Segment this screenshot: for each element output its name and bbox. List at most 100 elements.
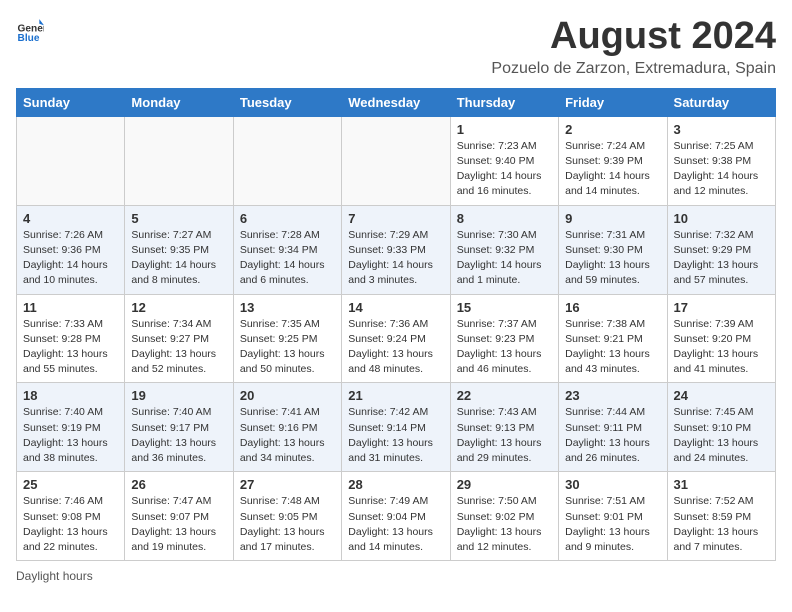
day-number: 31	[674, 477, 769, 492]
calendar-cell: 26 Sunrise: 7:47 AM Sunset: 9:07 PM Dayli…	[125, 472, 233, 561]
day-info: Sunrise: 7:28 AM Sunset: 9:34 PM Dayligh…	[240, 228, 335, 289]
day-number: 11	[23, 300, 118, 315]
day-number: 30	[565, 477, 660, 492]
day-info: Sunrise: 7:51 AM Sunset: 9:01 PM Dayligh…	[565, 494, 660, 555]
calendar-cell: 12 Sunrise: 7:34 AM Sunset: 9:27 PM Dayli…	[125, 294, 233, 383]
day-info: Sunrise: 7:40 AM Sunset: 9:19 PM Dayligh…	[23, 405, 118, 466]
day-number: 5	[131, 211, 226, 226]
calendar-cell: 5Sunrise: 7:27 AM Sunset: 9:35 PM Daylig…	[125, 205, 233, 294]
day-info: Sunrise: 7:23 AM Sunset: 9:40 PM Dayligh…	[457, 139, 552, 200]
header: General Blue August 2024 Pozuelo de Zarz…	[16, 16, 776, 78]
day-info: Sunrise: 7:43 AM Sunset: 9:13 PM Dayligh…	[457, 405, 552, 466]
calendar-cell: 13 Sunrise: 7:35 AM Sunset: 9:25 PM Dayli…	[233, 294, 341, 383]
calendar-cell: 16 Sunrise: 7:38 AM Sunset: 9:21 PM Dayli…	[559, 294, 667, 383]
day-info: Sunrise: 7:34 AM Sunset: 9:27 PM Dayligh…	[131, 317, 226, 378]
day-number: 24	[674, 388, 769, 403]
column-header-saturday: Saturday	[667, 88, 775, 116]
day-number: 10	[674, 211, 769, 226]
calendar-cell: 6 Sunrise: 7:28 AM Sunset: 9:34 PM Daylig…	[233, 205, 341, 294]
day-number: 12	[131, 300, 226, 315]
day-number: 26	[131, 477, 226, 492]
calendar-cell: 10Sunrise: 7:32 AM Sunset: 9:29 PM Dayli…	[667, 205, 775, 294]
day-info: Sunrise: 7:49 AM Sunset: 9:04 PM Dayligh…	[348, 494, 443, 555]
day-number: 29	[457, 477, 552, 492]
day-number: 6	[240, 211, 335, 226]
day-info: Sunrise: 7:25 AM Sunset: 9:38 PM Dayligh…	[674, 139, 769, 200]
day-number: 4	[23, 211, 118, 226]
day-info: Sunrise: 7:50 AM Sunset: 9:02 PM Dayligh…	[457, 494, 552, 555]
day-info: Sunrise: 7:31 AM Sunset: 9:30 PM Dayligh…	[565, 228, 660, 289]
calendar-cell: 25 Sunrise: 7:46 AM Sunset: 9:08 PM Dayli…	[17, 472, 125, 561]
calendar-week-row: 25 Sunrise: 7:46 AM Sunset: 9:08 PM Dayli…	[17, 472, 776, 561]
calendar-cell: 20 Sunrise: 7:41 AM Sunset: 9:16 PM Dayli…	[233, 383, 341, 472]
column-header-monday: Monday	[125, 88, 233, 116]
day-number: 3	[674, 122, 769, 137]
calendar-cell	[233, 116, 341, 205]
day-number: 20	[240, 388, 335, 403]
calendar-cell: 1 Sunrise: 7:23 AM Sunset: 9:40 PM Daylig…	[450, 116, 558, 205]
svg-text:Blue: Blue	[18, 33, 40, 44]
calendar-cell: 11 Sunrise: 7:33 AM Sunset: 9:28 PM Dayli…	[17, 294, 125, 383]
day-info: Sunrise: 7:33 AM Sunset: 9:28 PM Dayligh…	[23, 317, 118, 378]
column-header-tuesday: Tuesday	[233, 88, 341, 116]
day-info: Sunrise: 7:35 AM Sunset: 9:25 PM Dayligh…	[240, 317, 335, 378]
day-number: 13	[240, 300, 335, 315]
day-number: 9	[565, 211, 660, 226]
day-info: Sunrise: 7:30 AM Sunset: 9:32 PM Dayligh…	[457, 228, 552, 289]
calendar-cell: 24 Sunrise: 7:45 AM Sunset: 9:10 PM Dayli…	[667, 383, 775, 472]
calendar-cell: 14Sunrise: 7:36 AM Sunset: 9:24 PM Dayli…	[342, 294, 450, 383]
day-info: Sunrise: 7:48 AM Sunset: 9:05 PM Dayligh…	[240, 494, 335, 555]
calendar-cell: 18 Sunrise: 7:40 AM Sunset: 9:19 PM Dayli…	[17, 383, 125, 472]
day-number: 28	[348, 477, 443, 492]
calendar-week-row: 4 Sunrise: 7:26 AM Sunset: 9:36 PM Daylig…	[17, 205, 776, 294]
calendar-cell	[125, 116, 233, 205]
calendar-cell: 29 Sunrise: 7:50 AM Sunset: 9:02 PM Dayli…	[450, 472, 558, 561]
day-number: 22	[457, 388, 552, 403]
calendar-cell: 28 Sunrise: 7:49 AM Sunset: 9:04 PM Dayli…	[342, 472, 450, 561]
calendar-cell	[17, 116, 125, 205]
day-number: 23	[565, 388, 660, 403]
day-info: Sunrise: 7:26 AM Sunset: 9:36 PM Dayligh…	[23, 228, 118, 289]
calendar-cell: 30 Sunrise: 7:51 AM Sunset: 9:01 PM Dayli…	[559, 472, 667, 561]
day-info: Sunrise: 7:40 AM Sunset: 9:17 PM Dayligh…	[131, 405, 226, 466]
day-info: Sunrise: 7:44 AM Sunset: 9:11 PM Dayligh…	[565, 405, 660, 466]
logo-icon: General Blue	[16, 16, 44, 44]
subtitle: Pozuelo de Zarzon, Extremadura, Spain	[491, 60, 776, 78]
calendar-cell: 23 Sunrise: 7:44 AM Sunset: 9:11 PM Dayli…	[559, 383, 667, 472]
day-number: 7	[348, 211, 443, 226]
column-header-wednesday: Wednesday	[342, 88, 450, 116]
day-info: Sunrise: 7:36 AM Sunset: 9:24 PM Dayligh…	[348, 317, 443, 378]
day-number: 17	[674, 300, 769, 315]
day-info: Sunrise: 7:24 AM Sunset: 9:39 PM Dayligh…	[565, 139, 660, 200]
calendar-cell: 3 Sunrise: 7:25 AM Sunset: 9:38 PM Daylig…	[667, 116, 775, 205]
title-area: August 2024 Pozuelo de Zarzon, Extremadu…	[491, 16, 776, 78]
calendar-cell: 15 Sunrise: 7:37 AM Sunset: 9:23 PM Dayli…	[450, 294, 558, 383]
calendar-week-row: 1 Sunrise: 7:23 AM Sunset: 9:40 PM Daylig…	[17, 116, 776, 205]
day-number: 19	[131, 388, 226, 403]
day-info: Sunrise: 7:41 AM Sunset: 9:16 PM Dayligh…	[240, 405, 335, 466]
day-number: 15	[457, 300, 552, 315]
calendar-header-row: SundayMondayTuesdayWednesdayThursdayFrid…	[17, 88, 776, 116]
day-info: Sunrise: 7:46 AM Sunset: 9:08 PM Dayligh…	[23, 494, 118, 555]
day-info: Sunrise: 7:37 AM Sunset: 9:23 PM Dayligh…	[457, 317, 552, 378]
day-number: 18	[23, 388, 118, 403]
main-title: August 2024	[491, 16, 776, 58]
logo: General Blue	[16, 16, 44, 44]
day-info: Sunrise: 7:47 AM Sunset: 9:07 PM Dayligh…	[131, 494, 226, 555]
day-number: 2	[565, 122, 660, 137]
day-info: Sunrise: 7:38 AM Sunset: 9:21 PM Dayligh…	[565, 317, 660, 378]
day-number: 25	[23, 477, 118, 492]
calendar-cell: 17Sunrise: 7:39 AM Sunset: 9:20 PM Dayli…	[667, 294, 775, 383]
column-header-friday: Friday	[559, 88, 667, 116]
calendar-week-row: 11 Sunrise: 7:33 AM Sunset: 9:28 PM Dayli…	[17, 294, 776, 383]
calendar-table: SundayMondayTuesdayWednesdayThursdayFrid…	[16, 88, 776, 561]
calendar-week-row: 18 Sunrise: 7:40 AM Sunset: 9:19 PM Dayli…	[17, 383, 776, 472]
day-number: 16	[565, 300, 660, 315]
day-info: Sunrise: 7:42 AM Sunset: 9:14 PM Dayligh…	[348, 405, 443, 466]
calendar-cell: 2 Sunrise: 7:24 AM Sunset: 9:39 PM Daylig…	[559, 116, 667, 205]
day-number: 1	[457, 122, 552, 137]
calendar-cell: 31Sunrise: 7:52 AM Sunset: 8:59 PM Dayli…	[667, 472, 775, 561]
day-number: 21	[348, 388, 443, 403]
day-info: Sunrise: 7:45 AM Sunset: 9:10 PM Dayligh…	[674, 405, 769, 466]
calendar-cell: 19 Sunrise: 7:40 AM Sunset: 9:17 PM Dayli…	[125, 383, 233, 472]
